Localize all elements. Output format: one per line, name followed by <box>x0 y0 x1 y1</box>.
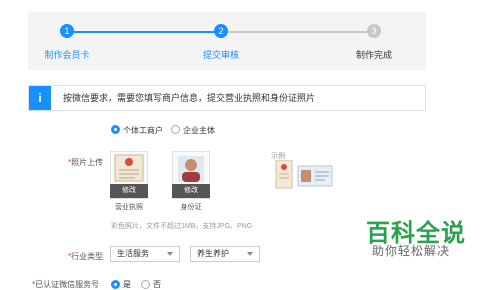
info-icon: i <box>29 86 51 110</box>
edit-id-card-button[interactable]: 修改 <box>172 184 210 198</box>
id-card-thumbnail-icon <box>178 156 204 182</box>
radio-wechat-yes-label[interactable]: 是 <box>123 279 131 290</box>
step-1-circle: 1 <box>60 24 74 38</box>
industry-primary-value: 生活服务 <box>117 249 149 258</box>
radio-individual-label[interactable]: 个体工商户 <box>123 125 163 136</box>
step-connector-2 <box>228 31 370 33</box>
industry-type-label-text: 行业类型 <box>71 252 104 261</box>
radio-enterprise-label[interactable]: 企业主体 <box>183 125 215 136</box>
step-connector-1 <box>68 31 220 33</box>
step-3-circle: 3 <box>367 24 381 38</box>
step-1-label: 制作会员卡 <box>44 50 90 60</box>
photo-upload-label-text: 照片上传 <box>71 158 104 167</box>
step-2-circle: 2 <box>214 24 228 38</box>
license-caption: 营业执照 <box>115 204 143 211</box>
radio-individual[interactable] <box>111 125 120 134</box>
radio-enterprise[interactable] <box>171 125 180 134</box>
step-progress-bar: 1 2 3 制作会员卡 提交审核 制作完成 <box>28 12 426 70</box>
wechat-service-label: *已认证微信服务号 <box>32 279 99 290</box>
watermark-subtitle: 助你轻松解决 <box>372 244 451 258</box>
example-images <box>275 160 333 189</box>
chevron-down-icon <box>167 252 173 256</box>
info-notice-text: 按微信要求，需要您填写商户信息，提交营业执照和身份证照片 <box>63 93 316 103</box>
industry-secondary-select[interactable]: 养生养护 <box>190 246 260 262</box>
photo-upload-hint: 彩色照片，文件不超过1MB，支持JPG、PNG <box>111 223 253 230</box>
step-3-label: 制作完成 <box>355 50 393 60</box>
chevron-down-icon <box>247 252 253 256</box>
step-2-label: 提交审核 <box>202 50 240 60</box>
radio-wechat-no-label[interactable]: 否 <box>153 279 161 290</box>
industry-type-label: *行业类型 <box>68 251 103 262</box>
industry-secondary-value: 养生养护 <box>197 249 229 258</box>
edit-license-button[interactable]: 修改 <box>110 184 148 198</box>
industry-primary-select[interactable]: 生活服务 <box>110 246 180 262</box>
photo-upload-label: *照片上传 <box>68 157 103 168</box>
info-notice: i 按微信要求，需要您填写商户信息，提交营业执照和身份证照片 <box>28 85 426 111</box>
id-card-caption: 身份证 <box>180 204 202 211</box>
license-thumbnail-icon <box>114 154 144 182</box>
